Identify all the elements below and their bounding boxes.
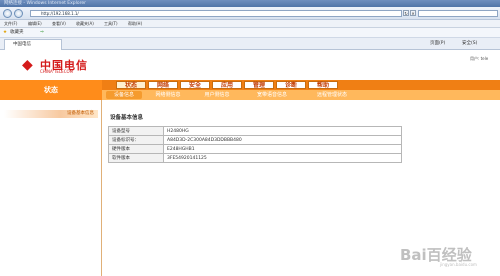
menu-help[interactable]: 帮助(H) — [128, 20, 142, 28]
subtab-network-side-info[interactable]: 网络侧信息 — [146, 91, 190, 99]
sidebar-item-device-info[interactable]: 设备基本信息 — [4, 110, 98, 118]
tab-help[interactable]: 帮助 — [308, 81, 338, 89]
tab-network[interactable]: 网络 — [148, 81, 178, 89]
table-row: 设备型号 H2480HG — [108, 126, 402, 136]
row-value: E248HGHB1 — [163, 144, 402, 154]
row-value: 3FE54920141125 — [163, 153, 402, 163]
section-title: 设备基本信息 — [110, 115, 144, 121]
search-input[interactable] — [418, 10, 498, 17]
safety-menu-button[interactable]: 安全(S) — [462, 38, 477, 50]
sub-nav: 设备信息 网络侧信息 用户侧信息 宽带语音信息 远程管理状态 — [102, 90, 500, 100]
tab-diagnosis[interactable]: 诊断 — [276, 81, 306, 89]
table-row: 设备标识号： A84D3D-2C300A84D3DDBBB480 — [108, 135, 402, 145]
favorites-button[interactable]: 收藏夹 — [10, 28, 24, 38]
menu-bar: 文件(F) 编辑(E) 查看(V) 收藏夹(A) 工具(T) 帮助(H) — [0, 20, 500, 28]
stop-icon[interactable]: ✕ — [410, 10, 416, 16]
favorites-bar: ★ 收藏夹 ⇒ — [0, 28, 500, 38]
row-value: A84D3D-2C300A84D3DDBBB480 — [163, 135, 402, 145]
baidu-watermark-url: jingyan.baidu.com — [440, 262, 477, 267]
row-value: H2480HG — [163, 126, 402, 136]
row-key: 设备标识号： — [108, 135, 164, 145]
window-titlebar: 网络连接 - Windows Internet Explorer — [0, 0, 500, 7]
main-nav: 状态 网络 安全 应用 管理 诊断 帮助 — [102, 80, 500, 90]
star-icon[interactable]: ★ — [3, 28, 7, 38]
back-icon[interactable] — [3, 9, 12, 18]
menu-edit[interactable]: 编辑(E) — [28, 20, 42, 28]
menu-file[interactable]: 文件(F) — [4, 20, 17, 28]
menu-tools[interactable]: 工具(T) — [104, 20, 118, 28]
user-label: 用户: tele — [470, 56, 489, 61]
logo-text-en: CHINA TELECOM — [40, 69, 74, 74]
tab-management[interactable]: 管理 — [244, 81, 274, 89]
sidebar-state-heading: 状态 — [0, 80, 102, 100]
china-telecom-logo-icon: ◆ — [22, 57, 33, 73]
subtab-user-side-info[interactable]: 用户侧信息 — [194, 91, 240, 99]
row-key: 设备型号 — [108, 126, 164, 136]
subtab-device-info[interactable]: 设备信息 — [106, 91, 142, 99]
forward-icon[interactable] — [14, 9, 23, 18]
menu-favorites[interactable]: 收藏夹(A) — [76, 20, 94, 28]
address-bar-row: http://192.168.1.1/ ↻ ✕ — [0, 7, 500, 20]
row-key: 软件版本 — [108, 153, 164, 163]
subtab-remote-mgmt-status[interactable]: 远程管理状态 — [304, 91, 360, 99]
table-row: 硬件版本 E248HGHB1 — [108, 144, 402, 154]
table-row: 软件版本 3FE54920141125 — [108, 153, 402, 163]
page-menu-button[interactable]: 页面(P) — [430, 38, 445, 50]
menu-view[interactable]: 查看(V) — [52, 20, 66, 28]
tab-status[interactable]: 状态 — [116, 81, 146, 89]
tab-bar: 中国电信 页面(P) 安全(S) — [0, 38, 500, 50]
device-info-table: 设备型号 H2480HG 设备标识号： A84D3D-2C300A84D3DDB… — [108, 126, 402, 163]
subtab-voice-info[interactable]: 宽带语音信息 — [244, 91, 300, 99]
tab-application[interactable]: 应用 — [212, 81, 242, 89]
refresh-icon[interactable]: ↻ — [403, 10, 409, 16]
tab-security[interactable]: 安全 — [180, 81, 210, 89]
tab-current[interactable]: 中国电信 — [4, 39, 62, 50]
tab-title: 中国电信 — [13, 42, 31, 47]
row-key: 硬件版本 — [108, 144, 164, 154]
add-favorite-icon[interactable]: ⇒ — [40, 28, 44, 38]
address-input[interactable]: http://192.168.1.1/ — [30, 10, 402, 17]
